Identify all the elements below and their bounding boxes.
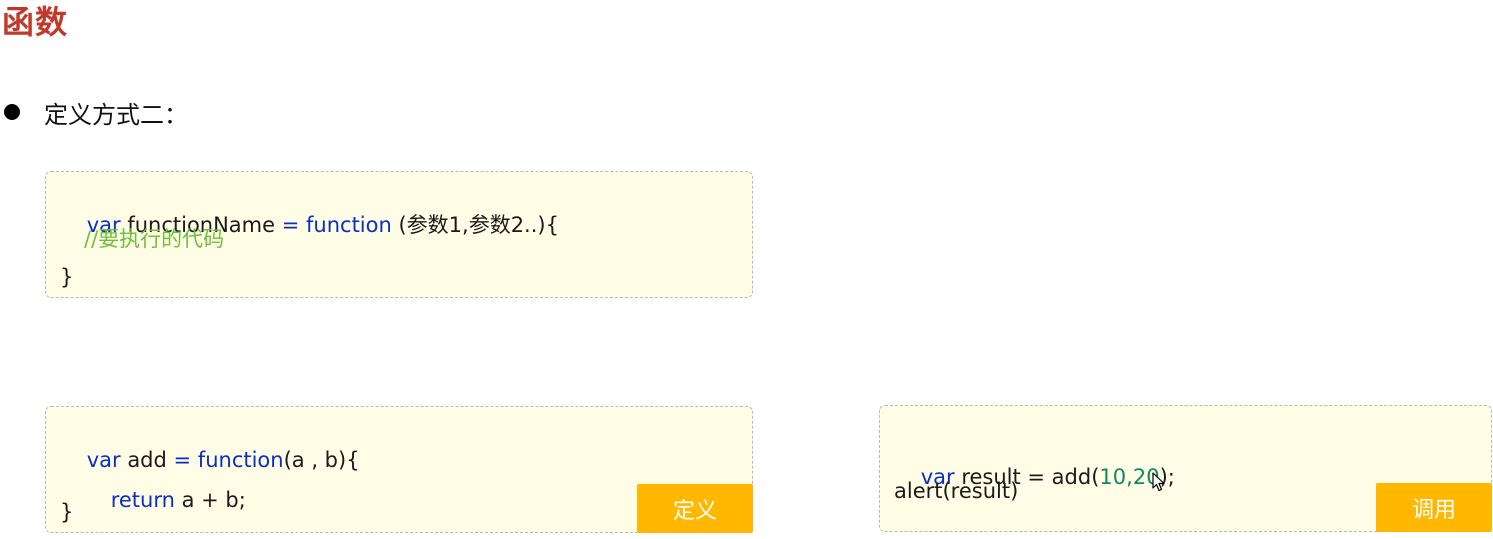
keyword-function: = function: [281, 213, 392, 237]
arg-comma: ,: [1126, 465, 1133, 489]
call-tag: 调用: [1376, 483, 1492, 532]
call-code-box: var result = add(10,20); alert(result) 调…: [879, 405, 1492, 532]
code-line-2: alert(result): [894, 479, 1019, 503]
syntax-code-box: var functionName = function (参数1,参数2..){…: [45, 171, 753, 298]
definition-tag: 定义: [637, 484, 753, 533]
bullet-text: 定义方式二：: [44, 100, 188, 129]
code-line-2: return a + b;: [84, 461, 246, 539]
keyword-return: return: [110, 488, 175, 512]
function-params: (a , b){: [283, 448, 360, 472]
bullet-dot-icon: [4, 104, 20, 120]
code-comment: //要执行的代码: [84, 227, 225, 251]
mouse-pointer-icon: [1152, 472, 1165, 492]
bullet-item: 定义方式二：: [2, 92, 188, 132]
number-arg-1: 10: [1099, 465, 1127, 489]
definition-code-box: var add = function(a , b){ return a + b;…: [45, 406, 753, 533]
code-close-brace: }: [60, 265, 74, 289]
function-params: (参数1,参数2..){: [391, 213, 559, 237]
return-expression: a + b;: [174, 488, 246, 512]
code-close-brace: }: [60, 500, 74, 524]
page-title: 函数: [2, 3, 69, 41]
code-line-1: var result = add(10,20);: [894, 438, 1175, 516]
code-line-1: var functionName = function (参数1,参数2..){: [60, 186, 559, 264]
